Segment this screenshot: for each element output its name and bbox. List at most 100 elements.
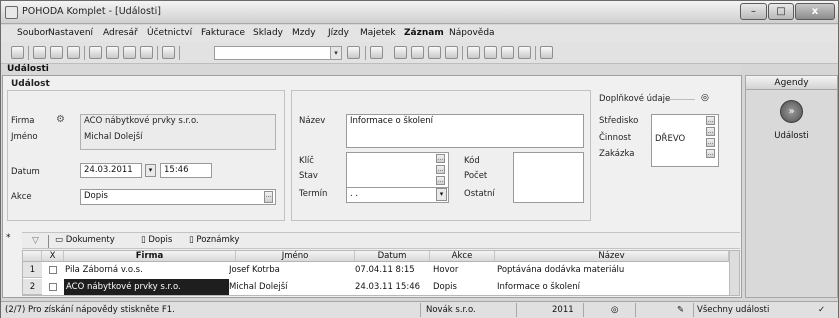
row-checkbox[interactable] [49, 283, 57, 291]
print-preview-icon[interactable] [33, 46, 46, 59]
menu-nastaveni[interactable]: Nastavení [48, 28, 93, 38]
status-filter[interactable]: Všechny události [697, 305, 769, 315]
stav-list-button[interactable]: … [436, 165, 445, 174]
filter-icon[interactable] [347, 46, 360, 59]
toolbar-tool-icon[interactable] [11, 46, 24, 59]
table-cell-selected[interactable]: ACO nábytkové prvky s.r.o. [66, 281, 226, 293]
status-help-text: (2/7) Pro získání nápovědy stiskněte F1. [5, 305, 175, 315]
help-icon[interactable] [540, 46, 553, 59]
stredisko-list-button[interactable]: … [706, 116, 715, 125]
menu-adresar[interactable]: Adresář [103, 28, 138, 38]
cinnost-list-button-2[interactable]: … [706, 138, 715, 147]
toolbar-separator [84, 46, 85, 60]
row-number: 2 [23, 279, 42, 295]
table-scrollbar[interactable] [729, 251, 739, 295]
klic-list-button[interactable]: … [436, 154, 445, 163]
new-record-icon[interactable] [89, 46, 102, 59]
agenda-sidebar-header: Agendy [746, 76, 837, 90]
address-book-icon[interactable]: ⚙ [56, 114, 68, 126]
menu-bar: Soubor Nastavení Adresář Účetnictví Fakt… [1, 25, 838, 42]
firma-label: Firma [11, 116, 35, 126]
list-icon[interactable] [484, 46, 497, 59]
row-checkbox[interactable] [49, 266, 57, 274]
nazev-label: Název [299, 116, 326, 126]
delete-record-icon[interactable] [140, 46, 153, 59]
nazev-field[interactable]: Informace o školení [346, 114, 584, 148]
settings-icon[interactable]: ◎ [611, 305, 618, 315]
agenda-item-udalosti[interactable]: Události [746, 131, 837, 141]
report-icon[interactable] [67, 46, 80, 59]
column-header[interactable]: Jméno [236, 251, 355, 262]
status-bar: (2/7) Pro získání nápovědy stiskněte F1.… [1, 301, 838, 318]
events-agenda-icon[interactable]: » [780, 100, 803, 123]
menu-majetek[interactable]: Majetek [360, 28, 396, 38]
akce-field[interactable]: Dopis [80, 189, 276, 205]
termin-dropdown[interactable]: ▾ [436, 188, 447, 201]
akce-label: Akce [11, 192, 32, 202]
settings-icon[interactable]: ◎ [701, 93, 709, 103]
table-icon[interactable] [411, 46, 424, 59]
kod-label: Kód [464, 156, 480, 166]
pohoda-app-icon [5, 6, 18, 19]
minimize-button[interactable]: – [740, 3, 767, 20]
column-header[interactable]: Akce [430, 251, 495, 262]
date-field[interactable]: 24.03.2011 [80, 163, 142, 178]
folder-icon[interactable] [370, 46, 383, 59]
tab-poznamky[interactable]: ▯ Poznámky [187, 235, 241, 248]
copy-icon[interactable] [162, 46, 175, 59]
zakazka-list-button[interactable]: … [706, 149, 715, 158]
column-header[interactable]: Datum [355, 251, 430, 262]
column-header[interactable]: X [42, 251, 64, 262]
print-icon[interactable] [50, 46, 63, 59]
menu-zaznam[interactable]: Záznam [404, 28, 444, 38]
cinnost-value: DŘEVO [655, 134, 686, 144]
toolbar-separator [535, 46, 536, 60]
attachment-icon[interactable] [445, 46, 458, 59]
akce-list-button[interactable]: … [264, 191, 273, 203]
column-header[interactable]: Firma [64, 251, 236, 262]
menu-jizdy[interactable]: Jízdy [328, 28, 349, 38]
table-cell: Informace o školení [497, 282, 581, 292]
date-picker-dropdown[interactable]: ▾ [145, 164, 156, 177]
table-cell: Michal Dolejší [229, 282, 288, 292]
kod-field[interactable] [513, 152, 584, 203]
save-record-icon[interactable] [123, 46, 136, 59]
doplnkove-label: Doplňkové údaje [599, 94, 671, 104]
table-cell: 07.04.11 8:15 [355, 265, 415, 275]
termin-list-button[interactable]: … [436, 176, 445, 185]
tab-dopis[interactable]: ▯ Dopis [139, 235, 174, 248]
check-icon[interactable]: ✓ [818, 305, 825, 315]
pocet-label: Počet [464, 171, 488, 181]
link-icon[interactable] [394, 46, 407, 59]
table-cell: Dopis [433, 282, 457, 292]
termin-field[interactable]: . . [346, 187, 449, 203]
tab-dokumenty[interactable]: ▭ Dokumenty [53, 235, 117, 248]
edit-record-icon[interactable] [106, 46, 119, 59]
datum-label: Datum [11, 167, 40, 177]
chevron-down-icon[interactable]: ▾ [330, 47, 341, 59]
filter-icon[interactable]: ▽ [32, 236, 39, 246]
time-field[interactable]: 15:46 [160, 163, 212, 178]
calculator-icon[interactable] [428, 46, 441, 59]
export-icon[interactable] [518, 46, 531, 59]
tab-bar: ▽ ▭ Dokumenty ▯ Dopis ▯ Poznámky [22, 232, 740, 249]
menu-sklady[interactable]: Sklady [253, 28, 283, 38]
menu-fakturace[interactable]: Fakturace [201, 28, 245, 38]
firma-value: ACO nábytkové prvky s.r.o. [84, 116, 199, 126]
menu-ucetnictvi[interactable]: Účetnictví [147, 28, 192, 38]
window-icon[interactable] [467, 46, 480, 59]
pen-icon[interactable]: ✎ [677, 305, 684, 315]
cinnost-list-button[interactable]: … [706, 127, 715, 136]
table-cell: 24.03.11 15:46 [355, 282, 421, 292]
menu-mzdy[interactable]: Mzdy [292, 28, 316, 38]
maximize-button[interactable]: □ [768, 3, 794, 20]
window-title: POHODA Komplet - [Události] [22, 6, 162, 17]
klic-field[interactable] [346, 152, 449, 188]
close-button[interactable]: x [795, 3, 835, 20]
menu-soubor[interactable]: Soubor [17, 28, 49, 38]
column-header[interactable]: Název [495, 251, 729, 262]
divider [583, 303, 584, 317]
menu-napoveda[interactable]: Nápověda [449, 28, 495, 38]
toolbar-filter-combo[interactable] [214, 46, 342, 60]
detail-icon[interactable] [501, 46, 514, 59]
